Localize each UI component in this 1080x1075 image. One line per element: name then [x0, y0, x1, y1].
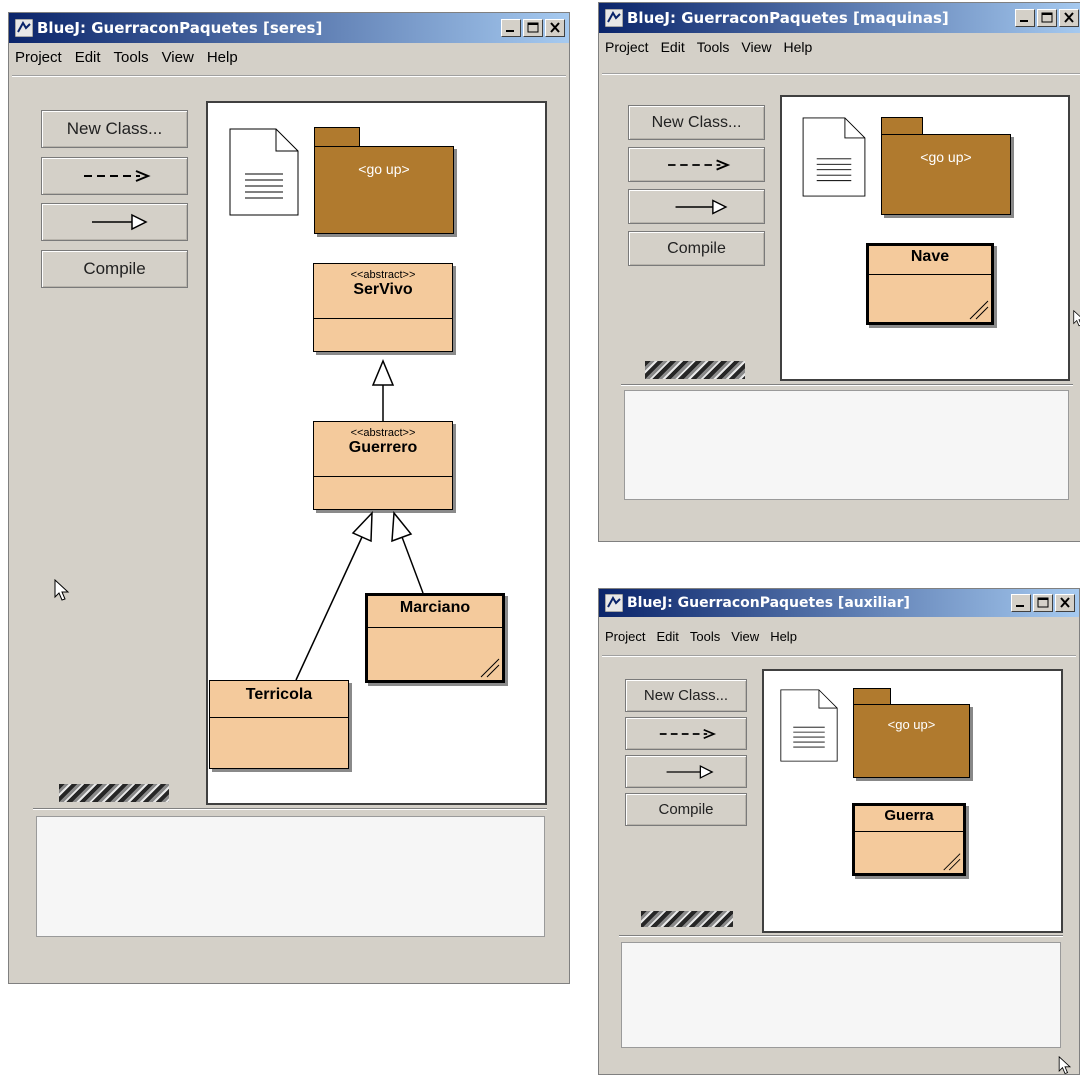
menu-view[interactable]: View: [731, 629, 759, 644]
menu-help[interactable]: Help: [207, 49, 238, 66]
inheritance-arrow-icon: [675, 198, 727, 215]
maximize-button[interactable]: [1037, 9, 1057, 27]
mouse-cursor-icon: [1073, 309, 1080, 327]
panel-divider: [619, 935, 1063, 937]
minimize-button[interactable]: [501, 19, 521, 37]
new-class-button[interactable]: New Class...: [625, 679, 747, 712]
menu-project[interactable]: Project: [605, 39, 649, 55]
window-title: BlueJ: GuerraconPaquetes [seres]: [37, 19, 323, 37]
inheritance-arrow-icon: [91, 213, 148, 231]
new-class-button[interactable]: New Class...: [628, 105, 765, 140]
inheritance-arrows: [295, 359, 424, 681]
dependency-arrow-icon: [83, 170, 151, 182]
menu-tools[interactable]: Tools: [697, 39, 730, 55]
panel-divider: [621, 384, 1073, 386]
compile-button[interactable]: Compile: [628, 231, 765, 266]
menu-help[interactable]: Help: [783, 39, 812, 55]
menu-help[interactable]: Help: [770, 629, 797, 644]
class-name-nave: Nave: [910, 248, 950, 265]
class-nave[interactable]: Nave: [866, 243, 994, 325]
class-diagram-canvas[interactable]: <go up> Nave: [780, 95, 1070, 381]
maximize-button[interactable]: [1033, 594, 1053, 612]
title-bar[interactable]: BlueJ: GuerraconPaquetes [auxiliar]: [599, 589, 1079, 617]
compile-button[interactable]: Compile: [41, 250, 188, 288]
dependency-arrow-button[interactable]: [628, 147, 765, 182]
close-button[interactable]: [1059, 9, 1079, 27]
title-bar[interactable]: BlueJ: GuerraconPaquetes [seres]: [9, 13, 569, 43]
menu-project[interactable]: Project: [15, 49, 62, 66]
title-bar[interactable]: BlueJ: GuerraconPaquetes [maquinas]: [599, 3, 1080, 33]
object-bench[interactable]: [621, 942, 1061, 1048]
dependency-arrow-button[interactable]: [625, 717, 747, 750]
progress-indicator: [59, 784, 169, 802]
inheritance-arrow-button[interactable]: [628, 189, 765, 224]
readme-document-icon[interactable]: [802, 117, 866, 197]
window-maquinas: BlueJ: GuerraconPaquetes [maquinas] Proj…: [598, 2, 1080, 542]
menu-bar: Project Edit Tools View Help: [603, 36, 1079, 58]
menu-project[interactable]: Project: [605, 629, 645, 644]
inheritance-arrow-button[interactable]: [625, 755, 747, 788]
class-name-guerra: Guerra: [884, 807, 934, 824]
menu-edit[interactable]: Edit: [75, 49, 101, 66]
bluej-logo-icon: [604, 8, 624, 28]
dependency-arrow-icon: [659, 728, 717, 739]
window-seres: BlueJ: GuerraconPaquetes [seres] Project…: [8, 12, 570, 984]
menu-bar: Project Edit Tools View Help: [13, 46, 565, 68]
minimize-button[interactable]: [1015, 9, 1035, 27]
class-diagram-canvas[interactable]: <go up> <<abstract>> SerVivo <<abstract>…: [206, 101, 547, 805]
go-up-package[interactable]: <go up>: [853, 704, 970, 778]
inheritance-arrow-icon: [666, 764, 714, 779]
go-up-package[interactable]: <go up>: [881, 134, 1011, 215]
panel-divider: [33, 808, 547, 810]
menu-edit[interactable]: Edit: [656, 629, 678, 644]
window-auxiliar: BlueJ: GuerraconPaquetes [auxiliar] Proj…: [598, 588, 1080, 1075]
minimize-button[interactable]: [1011, 594, 1031, 612]
menu-bar: Project Edit Tools View Help: [603, 625, 1075, 647]
dependency-arrow-icon: [667, 158, 730, 171]
menu-tools[interactable]: Tools: [690, 629, 720, 644]
uncompiled-hatch-icon: [969, 300, 989, 320]
window-title: BlueJ: GuerraconPaquetes [maquinas]: [627, 9, 949, 27]
mouse-cursor-icon: [54, 579, 70, 601]
menu-tools[interactable]: Tools: [114, 49, 149, 66]
window-title: BlueJ: GuerraconPaquetes [auxiliar]: [627, 595, 910, 611]
inheritance-arrow-button[interactable]: [41, 203, 188, 241]
readme-document-icon[interactable]: [780, 689, 838, 762]
uncompiled-hatch-icon: [943, 853, 961, 871]
object-bench[interactable]: [624, 390, 1069, 500]
menu-divider: [602, 655, 1076, 657]
package-folder-tab: [853, 688, 891, 705]
close-button[interactable]: [1055, 594, 1075, 612]
go-up-label: <go up>: [887, 717, 936, 732]
progress-indicator: [641, 911, 733, 927]
new-class-button[interactable]: New Class...: [41, 110, 188, 148]
menu-view[interactable]: View: [741, 39, 771, 55]
bluej-logo-icon: [14, 18, 34, 38]
go-up-label: <go up>: [920, 149, 972, 165]
maximize-button[interactable]: [523, 19, 543, 37]
compile-button[interactable]: Compile: [625, 793, 747, 826]
object-bench[interactable]: [36, 816, 545, 937]
menu-divider: [602, 73, 1080, 75]
mouse-cursor-icon: [1058, 1056, 1072, 1074]
package-folder-tab: [881, 117, 923, 135]
progress-indicator: [645, 361, 745, 379]
dependency-arrow-button[interactable]: [41, 157, 188, 195]
menu-edit[interactable]: Edit: [661, 39, 685, 55]
menu-divider: [12, 75, 566, 77]
bluej-logo-icon: [604, 593, 624, 613]
class-diagram-canvas[interactable]: <go up> Guerra: [762, 669, 1063, 933]
close-button[interactable]: [545, 19, 565, 37]
class-guerra[interactable]: Guerra: [852, 803, 966, 876]
menu-view[interactable]: View: [162, 49, 194, 66]
